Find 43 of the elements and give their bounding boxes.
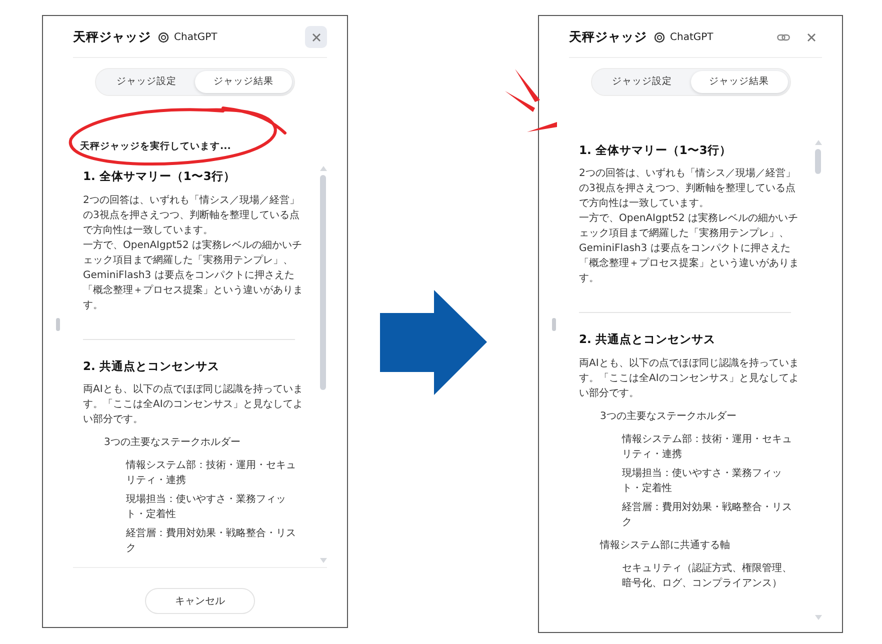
tab[interactable]: ジャッジ設定 bbox=[98, 71, 195, 93]
cancel-button[interactable]: キャンセル bbox=[145, 588, 255, 614]
resize-handle[interactable] bbox=[552, 318, 556, 331]
section-paragraph: 両AIとも、以下の点でほぼ同じ認識を持っています。「ここは全AIのコンセンサス」と見なしてよい部分です。 bbox=[83, 382, 303, 427]
scroll-down-icon bbox=[320, 558, 326, 563]
list-item: 情報システム部：技術・運用・セキュリティ・連携 bbox=[126, 458, 297, 488]
scroll-down-icon bbox=[814, 615, 822, 620]
resize-handle[interactable] bbox=[56, 318, 60, 331]
list-item: 経営層：費用対効果・戦略整合・リスク bbox=[126, 526, 297, 556]
link-icon bbox=[776, 32, 790, 42]
logo-icon bbox=[158, 32, 169, 42]
close-button[interactable] bbox=[305, 26, 327, 48]
brand-name: ChatGPT bbox=[174, 30, 218, 44]
right-arrow-icon bbox=[380, 290, 486, 395]
section-heading: 2. 共通点とコンセンサス bbox=[579, 331, 716, 348]
close-icon bbox=[312, 32, 320, 42]
panel-title: 天秤ジャッジ bbox=[73, 28, 151, 46]
section-heading: 2. 共通点とコンセンサス bbox=[83, 358, 220, 374]
list-item: 3つの主要なステークホルダー bbox=[600, 410, 738, 424]
list-item: 経営層：費用対効果・戦略整合・リスク bbox=[622, 500, 793, 530]
section-paragraph: 両AIとも、以下の点でほぼ同じ認識を持っています。「ここは全AIのコンセンサス」と見なしてよい部分です。 bbox=[579, 356, 799, 400]
brand-name: ChatGPT bbox=[670, 30, 714, 44]
list-item: 情報システム部に共通する軸 bbox=[600, 538, 731, 552]
list-item: 現場担当：使いやすさ・業務フィット・定着性 bbox=[622, 466, 783, 496]
tab[interactable]: ジャッジ結果 bbox=[690, 71, 788, 93]
list-item: 現場担当：使いやすさ・業務フィット・定着性 bbox=[126, 492, 287, 522]
status-text: 天秤ジャッジを実行しています... bbox=[80, 140, 232, 154]
scrollbar-thumb[interactable] bbox=[320, 175, 326, 390]
list-item: 情報システム部：技術・運用・セキュリティ・連携 bbox=[622, 432, 793, 462]
section-heading: 1. 全体サマリー（1〜3行） bbox=[83, 168, 236, 186]
close-icon bbox=[806, 32, 816, 42]
scrollbar-thumb[interactable] bbox=[815, 149, 821, 174]
section-heading: 1. 全体サマリー（1〜3行） bbox=[579, 142, 732, 159]
scroll-up-icon bbox=[320, 166, 326, 172]
panel-title: 天秤ジャッジ bbox=[569, 28, 647, 46]
tab[interactable]: ジャッジ設定 bbox=[594, 71, 690, 93]
list-item: 3つの主要なステークホルダー bbox=[104, 436, 242, 450]
list-item: セキュリティ（認証方式、権限管理、暗号化、ログ、コンプライアンス） bbox=[622, 562, 793, 590]
section-paragraph: 2つの回答は、いずれも「情シス／現場／経営」の3視点を押さえつつ、判断軸を整理している点で方向性は一致しています。 一方で、OpenAIgpt52 は実務レベルの細かいチェック項目まで網羅した「実務用テンプレ」、GeminiFlash3 は要点をコンパクトに押さえた「概念整理＋プロセス提案」という違いがあります。 bbox=[83, 194, 303, 312]
tab[interactable]: ジャッジ結果 bbox=[195, 71, 292, 93]
scroll-up-icon bbox=[814, 140, 822, 145]
section-paragraph: 2つの回答は、いずれも「情シス／現場／経営」の3視点を押さえつつ、判断軸を整理している点で方向性は一致しています。 一方で、OpenAIgpt52 は実務レベルの細かいチェック項目まで網羅した「実務用テンプレ」、GeminiFlash3 は要点をコンパクトに押さえた「概念整理＋プロセス提案」という違いがあります。 bbox=[579, 166, 799, 286]
logo-icon bbox=[654, 32, 665, 42]
